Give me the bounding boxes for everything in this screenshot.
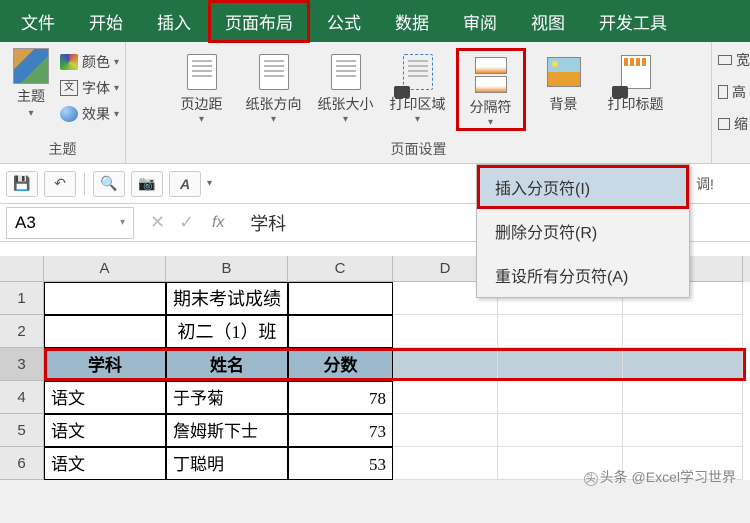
chevron-down-icon: ▾ — [28, 108, 33, 119]
chevron-down-icon: ▾ — [271, 114, 276, 125]
breaks-dropdown: 插入分页符(I) 删除分页符(R) 重设所有分页符(A) — [476, 164, 690, 298]
header-subject[interactable]: 学科 — [44, 348, 166, 381]
class-cell[interactable]: 初二（1）班 — [166, 315, 288, 348]
scale-icon — [718, 118, 730, 130]
printer-icon — [612, 86, 628, 98]
menu-view[interactable]: 视图 — [514, 0, 582, 43]
row-header-3[interactable]: 3 — [0, 348, 44, 381]
font-a-icon: A — [180, 176, 190, 192]
preview-icon: 🔍 — [100, 175, 117, 192]
formula-value[interactable]: 学科 — [232, 210, 286, 236]
fonts-button[interactable]: 文字体▾ — [60, 78, 119, 98]
chevron-down-icon: ▾ — [343, 114, 348, 125]
fonts-icon: 文 — [60, 80, 78, 96]
right-group-label-fragment: 调! — [692, 164, 718, 204]
reset-page-breaks[interactable]: 重设所有分页符(A) — [477, 253, 689, 297]
row-header-1[interactable]: 1 — [0, 282, 44, 315]
height-option[interactable]: 高 — [718, 82, 746, 102]
ribbon-group-scale: 宽 高 缩 — [712, 42, 750, 163]
menu-bar: 文件 开始 插入 页面布局 公式 数据 审阅 视图 开发工具 — [0, 0, 750, 42]
ribbon-group-theme: 主题 ▾ 颜色▾ 文字体▾ 效果▾ 主题 — [0, 42, 126, 163]
col-header-c[interactable]: C — [288, 256, 393, 282]
ribbon: 主题 ▾ 颜色▾ 文字体▾ 效果▾ 主题 页边距 ▾ 纸张方向 ▾ — [0, 42, 750, 164]
row-4: 4 语文 于予菊 78 — [0, 381, 750, 414]
row-header-5[interactable]: 5 — [0, 414, 44, 447]
themes-label: 主题 — [17, 86, 45, 106]
menu-file[interactable]: 文件 — [4, 0, 72, 43]
row-header-6[interactable]: 6 — [0, 447, 44, 480]
watermark: 头头条 @Excel学习世界 — [584, 467, 736, 487]
chevron-down-icon: ▾ — [199, 114, 204, 125]
breaks-icon — [475, 57, 507, 93]
enter-icon[interactable]: ✓ — [179, 212, 194, 233]
menu-data[interactable]: 数据 — [378, 0, 446, 43]
colors-button[interactable]: 颜色▾ — [60, 52, 119, 72]
print-area-button[interactable]: 打印区域 ▾ — [384, 48, 452, 125]
menu-review[interactable]: 审阅 — [446, 0, 514, 43]
save-button[interactable]: 💾 — [6, 171, 38, 197]
save-icon: 💾 — [13, 175, 30, 192]
menu-insert[interactable]: 插入 — [140, 0, 208, 43]
background-button[interactable]: 背景 — [530, 48, 598, 114]
menu-home[interactable]: 开始 — [72, 0, 140, 43]
breaks-button[interactable]: 分隔符 ▾ — [456, 48, 526, 131]
undo-button[interactable]: ↶ — [44, 171, 76, 197]
chevron-down-icon: ▾ — [488, 117, 493, 128]
width-icon — [718, 55, 732, 65]
background-icon — [547, 57, 581, 87]
row-header-4[interactable]: 4 — [0, 381, 44, 414]
chevron-down-icon: ▾ — [415, 114, 420, 125]
cancel-icon[interactable]: ✕ — [150, 212, 165, 233]
effects-icon — [60, 106, 78, 122]
ribbon-group-page-setup: 页边距 ▾ 纸张方向 ▾ 纸张大小 ▾ 打印区域 ▾ 分隔符 ▾ — [126, 42, 712, 163]
orientation-button[interactable]: 纸张方向 ▾ — [240, 48, 308, 125]
col-header-b[interactable]: B — [166, 256, 288, 282]
printer-icon — [394, 86, 410, 98]
name-box[interactable]: A3 ▾ — [6, 207, 134, 239]
print-preview-button[interactable]: 🔍 — [93, 171, 125, 197]
row-2: 2 初二（1）班 — [0, 315, 750, 348]
menu-formulas[interactable]: 公式 — [310, 0, 378, 43]
select-all-corner[interactable] — [0, 256, 44, 282]
header-score[interactable]: 分数 — [288, 348, 393, 381]
row-header-2[interactable]: 2 — [0, 315, 44, 348]
row-3: 3 学科 姓名 分数 — [0, 348, 750, 381]
effects-button[interactable]: 效果▾ — [60, 104, 119, 124]
format-button[interactable]: A — [169, 171, 201, 197]
row-5: 5 语文 詹姆斯下士 73 — [0, 414, 750, 447]
size-button[interactable]: 纸张大小 ▾ — [312, 48, 380, 125]
group-label-page-setup: 页面设置 — [391, 136, 447, 163]
camera-icon: 📷 — [138, 175, 155, 192]
width-option[interactable]: 宽 — [718, 50, 750, 70]
fx-button[interactable]: fx — [204, 214, 232, 232]
height-icon — [718, 85, 728, 99]
themes-button[interactable]: 主题 ▾ — [6, 48, 56, 119]
col-header-a[interactable]: A — [44, 256, 166, 282]
title-cell[interactable]: 期末考试成绩 — [166, 282, 288, 315]
undo-icon: ↶ — [54, 175, 66, 192]
menu-page-layout[interactable]: 页面布局 — [208, 0, 310, 43]
scale-option[interactable]: 缩 — [718, 114, 748, 134]
chevron-down-icon: ▾ — [120, 217, 125, 228]
group-label-theme: 主题 — [49, 136, 77, 163]
header-name[interactable]: 姓名 — [166, 348, 288, 381]
print-titles-button[interactable]: 打印标题 — [602, 48, 670, 114]
colors-icon — [60, 54, 78, 70]
remove-page-break[interactable]: 删除分页符(R) — [477, 209, 689, 253]
menu-developer[interactable]: 开发工具 — [582, 0, 684, 43]
themes-icon — [13, 48, 49, 84]
insert-page-break[interactable]: 插入分页符(I) — [477, 165, 689, 209]
margins-button[interactable]: 页边距 ▾ — [168, 48, 236, 125]
camera-button[interactable]: 📷 — [131, 171, 163, 197]
